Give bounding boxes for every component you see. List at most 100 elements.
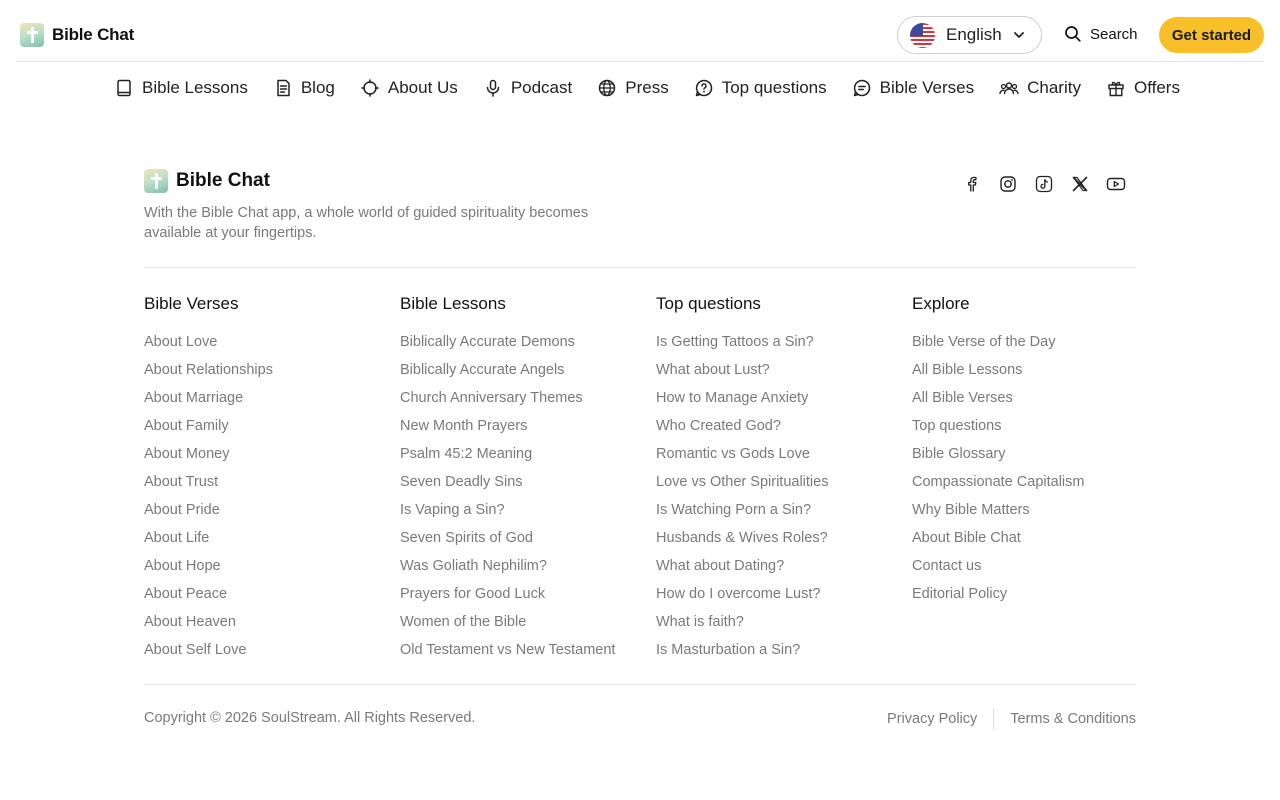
- column-title: Explore: [912, 294, 970, 313]
- nav-label: Top questions: [721, 78, 827, 97]
- bible-chat-logo-icon: [20, 23, 44, 47]
- search-label: Search: [1090, 25, 1138, 43]
- header-brand-name: Bible Chat: [52, 25, 135, 44]
- column-title: Bible Lessons: [400, 294, 506, 313]
- footer-column-top-questions: Top questions Is Getting Tattoos a Sin? …: [656, 294, 896, 668]
- footer-column-bible-lessons: Bible Lessons Biblically Accurate Demons…: [400, 294, 640, 668]
- footer-link[interactable]: All Bible Verses: [912, 388, 1152, 416]
- footer-link[interactable]: About Life: [144, 528, 384, 556]
- terms-link[interactable]: Terms & Conditions: [1010, 711, 1136, 727]
- footer-link[interactable]: How to Manage Anxiety: [656, 388, 896, 416]
- nav-label: Charity: [1027, 78, 1081, 97]
- footer-link[interactable]: Seven Deadly Sins: [400, 472, 640, 500]
- footer-link[interactable]: Bible Glossary: [912, 444, 1152, 472]
- footer-link[interactable]: All Bible Lessons: [912, 360, 1152, 388]
- footer-tagline: With the Bible Chat app, a whole world o…: [144, 205, 589, 241]
- footer-link[interactable]: Bible Verse of the Day: [912, 332, 1152, 360]
- facebook-icon[interactable]: [962, 174, 982, 194]
- column-title: Top questions: [656, 294, 761, 313]
- nav-item-blog[interactable]: Blog: [273, 78, 335, 98]
- chevron-down-icon: [1013, 32, 1024, 38]
- footer-link[interactable]: Is Getting Tattoos a Sin?: [656, 332, 896, 360]
- footer-column-bible-verses: Bible Verses About Love About Relationsh…: [144, 294, 384, 668]
- nav-label: Bible Verses: [879, 78, 975, 97]
- nav-item-offers[interactable]: Offers: [1106, 78, 1180, 98]
- nav-label: Bible Lessons: [142, 78, 248, 97]
- footer-link[interactable]: What is faith?: [656, 612, 896, 640]
- site-header: Bible Chat English Search Get started: [16, 0, 1264, 62]
- nav-label: Press: [625, 78, 669, 97]
- nav-item-top-questions[interactable]: Top questions: [694, 78, 827, 98]
- footer-link[interactable]: What about Lust?: [656, 360, 896, 388]
- footer-link[interactable]: Editorial Policy: [912, 584, 1152, 612]
- footer-link[interactable]: About Family: [144, 416, 384, 444]
- footer-link[interactable]: Romantic vs Gods Love: [656, 444, 896, 472]
- nav-item-podcast[interactable]: Podcast: [483, 78, 572, 98]
- footer-link[interactable]: Is Masturbation a Sin?: [656, 640, 896, 668]
- column-title: Bible Verses: [144, 294, 239, 313]
- privacy-policy-link[interactable]: Privacy Policy: [887, 711, 977, 727]
- footer-link[interactable]: Biblically Accurate Angels: [400, 360, 640, 388]
- nav-label: Offers: [1133, 78, 1180, 97]
- microphone-icon: [486, 79, 500, 97]
- footer-link[interactable]: What about Dating?: [656, 556, 896, 584]
- footer-link[interactable]: About Hope: [144, 556, 384, 584]
- search-icon: [1065, 26, 1081, 42]
- bible-chat-logo-icon: [144, 169, 168, 193]
- globe-icon: [599, 79, 616, 97]
- chat-bubble-icon: [853, 79, 870, 97]
- nav-item-bible-verses[interactable]: Bible Verses: [852, 78, 975, 98]
- footer-link[interactable]: Why Bible Matters: [912, 500, 1152, 528]
- footer-link[interactable]: About Relationships: [144, 360, 384, 388]
- footer-link[interactable]: About Self Love: [144, 640, 384, 668]
- nav-item-bible-lessons[interactable]: Bible Lessons: [114, 78, 248, 98]
- footer-link[interactable]: Women of the Bible: [400, 612, 640, 640]
- footer-logo[interactable]: Bible Chat: [144, 169, 270, 193]
- footer-link[interactable]: Love vs Other Spiritualities: [656, 472, 896, 500]
- footer-link[interactable]: About Trust: [144, 472, 384, 500]
- footer-link[interactable]: About Bible Chat: [912, 528, 1152, 556]
- footer-link[interactable]: Compassionate Capitalism: [912, 472, 1152, 500]
- footer-column-explore: Explore Bible Verse of the Day All Bible…: [912, 294, 1152, 612]
- footer-link[interactable]: Seven Spirits of God: [400, 528, 640, 556]
- footer-link[interactable]: About Heaven: [144, 612, 384, 640]
- us-flag-icon: [910, 22, 935, 48]
- footer-link[interactable]: Old Testament vs New Testament: [400, 640, 640, 668]
- footer-link[interactable]: Is Watching Porn a Sin?: [656, 500, 896, 528]
- search-button[interactable]: Search: [1064, 25, 1138, 43]
- footer-link[interactable]: About Pride: [144, 500, 384, 528]
- header-logo[interactable]: Bible Chat: [20, 23, 134, 47]
- footer-link[interactable]: Was Goliath Nephilim?: [400, 556, 640, 584]
- footer-link[interactable]: About Marriage: [144, 388, 384, 416]
- footer-link[interactable]: Church Anniversary Themes: [400, 388, 640, 416]
- get-started-button[interactable]: Get started: [1159, 17, 1264, 53]
- nav-item-charity[interactable]: Charity: [999, 78, 1081, 98]
- footer-link[interactable]: Who Created God?: [656, 416, 896, 444]
- instagram-icon[interactable]: [998, 174, 1018, 194]
- footer-link[interactable]: Biblically Accurate Demons: [400, 332, 640, 360]
- nav-item-about-us[interactable]: About Us: [360, 78, 458, 98]
- book-icon: [117, 79, 131, 97]
- footer-link[interactable]: About Money: [144, 444, 384, 472]
- footer-brand-name: Bible Chat: [176, 170, 270, 191]
- nav-item-press[interactable]: Press: [597, 78, 669, 98]
- footer-link[interactable]: Top questions: [912, 416, 1152, 444]
- footer-link[interactable]: Prayers for Good Luck: [400, 584, 640, 612]
- copyright-text: Copyright © 2026 SoulStream. All Rights …: [144, 710, 476, 726]
- footer-link[interactable]: About Love: [144, 332, 384, 360]
- crosshair-icon: [361, 79, 379, 97]
- footer-link[interactable]: Psalm 45:2 Meaning: [400, 444, 640, 472]
- footer-divider-top: [144, 267, 1136, 268]
- footer-link[interactable]: How do I overcome Lust?: [656, 584, 896, 612]
- tiktok-icon[interactable]: [1034, 174, 1054, 194]
- footer-link[interactable]: About Peace: [144, 584, 384, 612]
- social-links: [962, 174, 1126, 194]
- footer-link[interactable]: Husbands & Wives Roles?: [656, 528, 896, 556]
- x-icon[interactable]: [1070, 174, 1090, 194]
- footer-link[interactable]: Contact us: [912, 556, 1152, 584]
- language-selector[interactable]: English: [897, 16, 1042, 54]
- footer-link[interactable]: Is Vaping a Sin?: [400, 500, 640, 528]
- footer-link[interactable]: New Month Prayers: [400, 416, 640, 444]
- question-icon: [695, 79, 712, 97]
- youtube-icon[interactable]: [1106, 174, 1126, 194]
